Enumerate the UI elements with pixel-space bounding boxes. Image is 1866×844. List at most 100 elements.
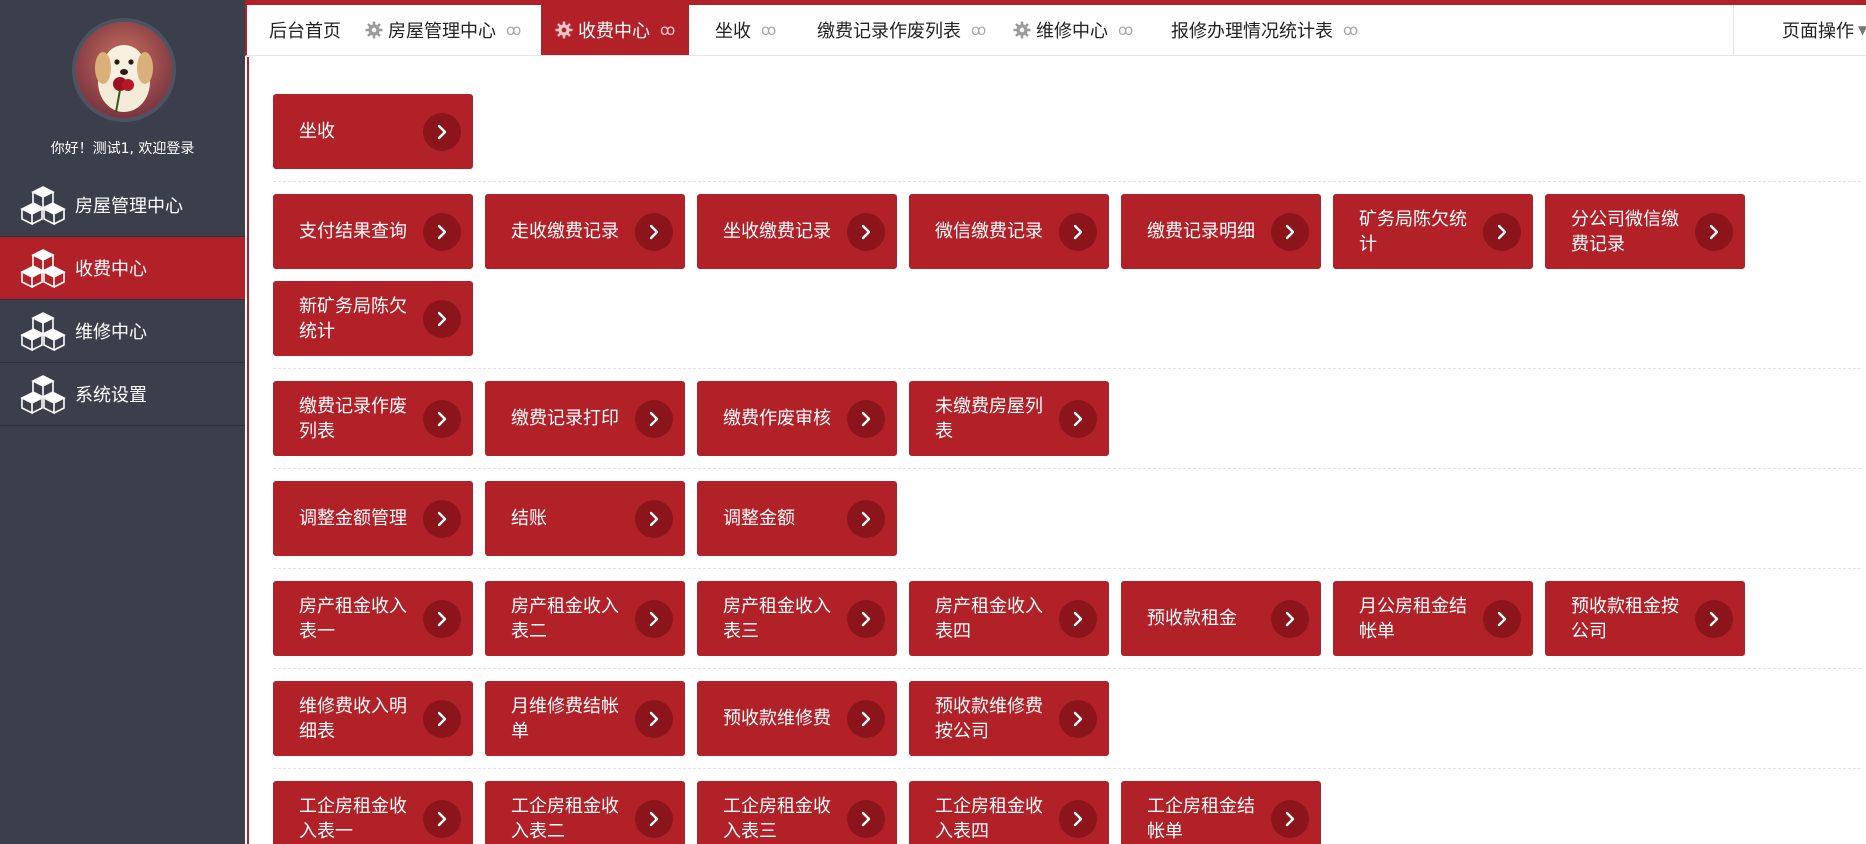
function-button-label: 矿务局陈欠统计 — [1359, 208, 1467, 255]
function-group: 工企房租金收入表一 工企房租金收入表二 工企房租金收入表三 工企房租金收入表四 工企房租… — [273, 769, 1861, 844]
function-button[interactable]: 预收款租金按公司 — [1545, 581, 1745, 656]
function-button[interactable]: 缴费作废审核 — [697, 381, 897, 456]
function-button-label: 房产租金收入表一 — [299, 595, 407, 642]
function-button[interactable]: 缴费记录打印 — [485, 381, 685, 456]
tab-void-records[interactable]: 缴费记录作废列表 ꝏ — [817, 5, 986, 55]
function-button[interactable]: 新矿务局陈欠统计 — [273, 281, 473, 356]
function-button[interactable]: 调整金额 — [697, 481, 897, 556]
dog-avatar-icon — [76, 22, 172, 118]
gear-icon — [365, 21, 383, 39]
tab-billing-center[interactable]: 收费中心 ꝏ — [541, 5, 690, 55]
function-button[interactable]: 工企房租金收入表三 — [697, 781, 897, 844]
function-button[interactable]: 预收款维修费 — [697, 681, 897, 756]
chevron-right-icon — [1059, 399, 1097, 438]
gear-icon — [1013, 21, 1031, 39]
function-button[interactable]: 预收款维修费按公司 — [909, 681, 1109, 756]
tab-home[interactable]: 后台首页 — [269, 5, 341, 55]
cubes-icon — [20, 312, 66, 351]
page-operations-menu[interactable]: 页面操作 ▼ — [1733, 5, 1866, 55]
chevron-right-icon — [847, 499, 885, 538]
function-button[interactable]: 支付结果查询 — [273, 194, 473, 269]
function-button[interactable]: 微信缴费记录 — [909, 194, 1109, 269]
tab-repair-center[interactable]: 维修中心 ꝏ — [1013, 5, 1133, 55]
function-button[interactable]: 房产租金收入表三 — [697, 581, 897, 656]
function-button[interactable]: 月维修费结帐单 — [485, 681, 685, 756]
function-button[interactable]: 房产租金收入表一 — [273, 581, 473, 656]
tab-close-icon[interactable]: ꝏ — [1343, 21, 1358, 39]
function-group: 维修费收入明细表 月维修费结帐单 预收款维修费 预收款维修费按公司 — [273, 669, 1861, 769]
sidebar-item-system-settings[interactable]: 系统设置 — [0, 363, 245, 426]
chevron-right-icon — [635, 699, 673, 738]
chevron-right-icon — [423, 699, 461, 738]
function-button[interactable]: 缴费记录作废列表 — [273, 381, 473, 456]
tab-counter-payment[interactable]: 坐收 ꝏ — [715, 5, 776, 55]
chevron-right-icon — [423, 112, 461, 151]
cubes-icon — [20, 249, 66, 288]
tab-label: 缴费记录作废列表 — [817, 21, 961, 42]
tab-close-icon[interactable]: ꝏ — [1118, 21, 1133, 39]
avatar[interactable] — [72, 18, 176, 122]
chevron-right-icon — [847, 699, 885, 738]
tab-repair-statistics[interactable]: 报修办理情况统计表 ꝏ — [1171, 5, 1358, 55]
tab-housing-center[interactable]: 房屋管理中心 ꝏ — [365, 5, 521, 55]
function-button[interactable]: 房产租金收入表四 — [909, 581, 1109, 656]
function-button[interactable]: 缴费记录明细 — [1121, 194, 1321, 269]
tab-close-icon[interactable]: ꝏ — [660, 21, 675, 39]
function-button[interactable]: 工企房租金收入表一 — [273, 781, 473, 844]
chevron-right-icon — [1059, 699, 1097, 738]
chevron-right-icon — [635, 499, 673, 538]
function-group-inner: 房产租金收入表一 房产租金收入表二 房产租金收入表三 房产租金收入表四 预收款租金 月公房… — [273, 581, 1861, 668]
function-button-label: 月公房租金结帐单 — [1359, 595, 1467, 642]
tab-close-icon[interactable]: ꝏ — [761, 21, 776, 39]
sidebar-item-housing-center[interactable]: 房屋管理中心 — [0, 174, 245, 237]
function-group-inner: 支付结果查询 走收缴费记录 坐收缴费记录 微信缴费记录 缴费记录明细 矿务局陈欠统计 分公司… — [273, 194, 1861, 368]
function-button-label: 未缴费房屋列表 — [935, 395, 1043, 442]
function-button[interactable]: 坐收缴费记录 — [697, 194, 897, 269]
tab-close-icon[interactable]: ꝏ — [506, 21, 521, 39]
function-button[interactable]: 预收款租金 — [1121, 581, 1321, 656]
sidebar-item-billing-center[interactable]: 收费中心 — [0, 237, 245, 300]
page-operations-label: 页面操作 — [1782, 21, 1854, 42]
tab-label: 收费中心 — [578, 21, 650, 42]
function-button[interactable]: 工企房租金收入表四 — [909, 781, 1109, 844]
function-button[interactable]: 工企房租金结帐单 — [1121, 781, 1321, 844]
chevron-right-icon — [1695, 212, 1733, 251]
function-button[interactable]: 走收缴费记录 — [485, 194, 685, 269]
chevron-right-icon — [1059, 212, 1097, 251]
chevron-right-icon — [1695, 599, 1733, 638]
function-group: 支付结果查询 走收缴费记录 坐收缴费记录 微信缴费记录 缴费记录明细 矿务局陈欠统计 分公司… — [273, 182, 1861, 369]
function-button-label: 维修费收入明细表 — [299, 695, 407, 742]
function-button[interactable]: 未缴费房屋列表 — [909, 381, 1109, 456]
function-button[interactable]: 结账 — [485, 481, 685, 556]
function-button[interactable]: 维修费收入明细表 — [273, 681, 473, 756]
tab-label: 坐收 — [715, 21, 751, 42]
function-button[interactable]: 工企房租金收入表二 — [485, 781, 685, 844]
chevron-right-icon — [1271, 599, 1309, 638]
function-button[interactable]: 矿务局陈欠统计 — [1333, 194, 1533, 269]
function-button-label: 工企房租金收入表三 — [723, 795, 831, 842]
function-button-label: 房产租金收入表四 — [935, 595, 1043, 642]
function-button[interactable]: 房产租金收入表二 — [485, 581, 685, 656]
function-button[interactable]: 分公司微信缴费记录 — [1545, 194, 1745, 269]
function-button-label: 预收款租金按公司 — [1571, 595, 1679, 642]
tab-label: 房屋管理中心 — [388, 21, 496, 42]
chevron-right-icon — [423, 299, 461, 338]
tab-close-icon[interactable]: ꝏ — [971, 21, 986, 39]
function-button-label: 缴费记录打印 — [511, 408, 619, 429]
app-window: 你好！测试1, 欢迎登录 房屋管理中心 收费中心 维修中心 系统设置 后台首页 … — [0, 0, 1866, 844]
function-button-label: 支付结果查询 — [299, 221, 407, 242]
function-group-inner: 缴费记录作废列表 缴费记录打印 缴费作废审核 未缴费房屋列表 — [273, 381, 1861, 468]
function-button-label: 新矿务局陈欠统计 — [299, 295, 407, 342]
tab-label: 维修中心 — [1036, 21, 1108, 42]
chevron-right-icon — [847, 399, 885, 438]
chevron-right-icon — [423, 399, 461, 438]
function-button[interactable]: 月公房租金结帐单 — [1333, 581, 1533, 656]
sidebar-item-repair-center[interactable]: 维修中心 — [0, 300, 245, 363]
function-button-label: 月维修费结帐单 — [511, 695, 619, 742]
function-button-label: 缴费记录明细 — [1147, 221, 1255, 242]
function-button[interactable]: 坐收 — [273, 94, 473, 169]
gear-icon — [555, 21, 573, 39]
function-group: 调整金额管理 结账 调整金额 — [273, 469, 1861, 569]
function-button[interactable]: 调整金额管理 — [273, 481, 473, 556]
chevron-right-icon — [635, 599, 673, 638]
